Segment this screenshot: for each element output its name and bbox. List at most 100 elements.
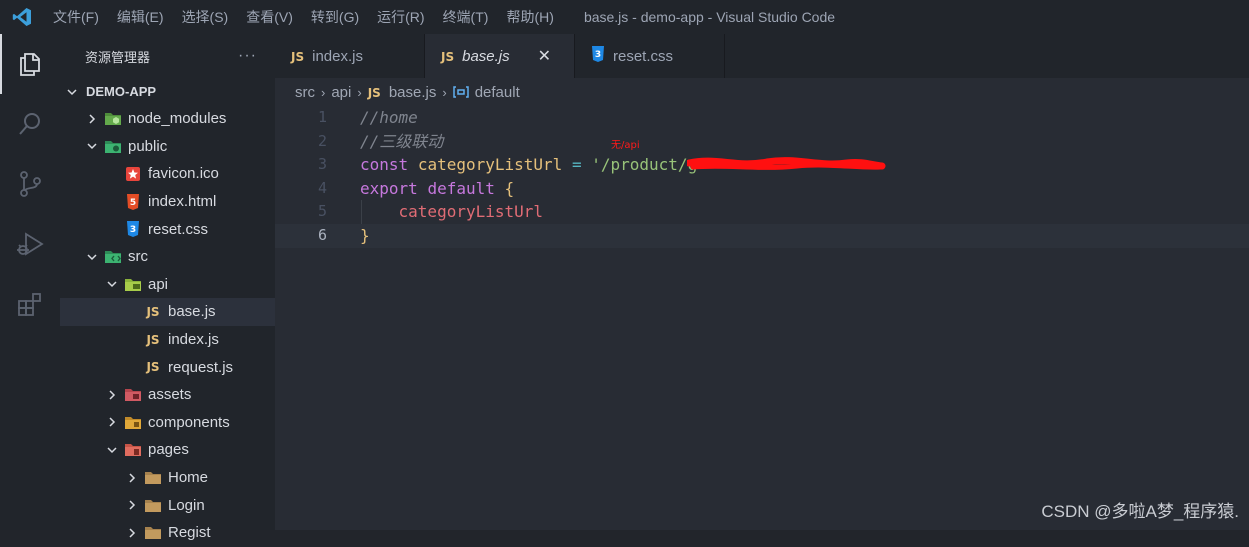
more-actions-icon[interactable]: ··· [238,47,257,65]
tree-file-request-js[interactable]: JS request.js [60,353,275,381]
chevron-right-icon [104,414,120,430]
tree-file-reset-css[interactable]: 3 reset.css [60,215,275,243]
html-icon: 5 [124,193,142,210]
chevron-down-icon [84,138,100,154]
tree-folder-src[interactable]: src [60,243,275,271]
breadcrumb: src › api › JS base.js › default [275,78,1249,106]
vscode-logo-icon [0,0,44,34]
breadcrumb-separator-icon: › [357,84,362,100]
tab-reset-css[interactable]: 3 reset.css [575,34,725,78]
breadcrumb-item[interactable]: api [331,84,351,101]
line-text: //三级联动 [360,130,443,154]
tree-folder-node-modules[interactable]: node_modules [60,105,275,133]
tree-folder-api[interactable]: api [60,271,275,299]
extensions-icon[interactable] [0,274,60,334]
line-number: 5 [317,202,327,221]
chevron-down-icon [84,249,100,265]
run-debug-icon[interactable] [0,214,60,274]
tab-index-js[interactable]: JS index.js [275,34,425,78]
search-icon[interactable] [0,94,60,154]
tree-item-label: assets [148,386,192,404]
js-icon: JS [367,85,381,100]
tree-item-label: request.js [168,358,234,376]
tree-folder-pages[interactable]: pages [60,436,275,464]
tree-item-label: components [148,413,230,431]
code-line[interactable]: 4 export default { [275,177,1249,201]
explorer-title: 资源管理器 [85,49,151,65]
folder-icon [144,470,162,486]
code-line[interactable]: 6} [275,223,1249,248]
code-variable: categoryListUrl [417,155,563,175]
workspace-root[interactable]: DEMO-APP [60,78,275,105]
tree-item-label: public [128,137,168,155]
tree-file-base-js[interactable]: JS base.js [60,298,275,326]
code-line[interactable]: 5 categoryListUrl [275,200,1249,224]
title-bar: 文件(F) 编辑(E) 选择(S) 查看(V) 转到(G) 运行(R) 终端(T) 帮助(H)… [0,0,1249,34]
explorer-sidebar: 资源管理器 ··· DEMO-APP node_modulespublic fav… [60,34,275,541]
tree-file-favicon-ico[interactable]: favicon.ico [60,160,275,188]
source-control-icon[interactable] [0,154,60,214]
menu-item[interactable]: 转到(G) [302,0,368,34]
js-icon: JS [441,49,455,64]
public-folder-icon [104,138,122,154]
code-brace: { [504,178,515,198]
menu-item[interactable]: 查看(V) [237,0,302,34]
breadcrumb-separator-icon: › [321,84,326,100]
code-brace: } [360,225,370,245]
tree-file-index-html[interactable]: 5 index.html [60,188,275,216]
svg-text:3: 3 [595,50,601,60]
menu-item[interactable]: 编辑(E) [108,0,173,34]
menu-item[interactable]: 文件(F) [44,0,108,34]
file-tree: node_modulespublic favicon.ico 5 index.html… [60,105,275,547]
tree-folder-public[interactable]: public [60,133,275,161]
code-string: '/product/g [591,155,698,175]
chevron-down-icon [104,442,120,458]
api-folder-icon [124,276,142,292]
css-icon: 3 [124,221,142,238]
indent-guide [361,200,362,224]
chevron-right-icon [124,497,140,513]
breadcrumb-item[interactable]: base.js [389,84,437,101]
code-line[interactable]: 2 //三级联动 [275,130,1249,154]
tree-item-label: Regist [168,524,211,542]
code-line[interactable]: 1 //home [275,106,1249,130]
chevron-right-icon [124,525,140,541]
menu-item[interactable]: 帮助(H) [497,0,562,34]
watermark: CSDN @多啦A梦_程序猿. [1041,502,1239,521]
components-folder-icon [124,414,142,430]
css-icon: 3 [591,46,605,66]
code-area[interactable]: 1 //home 2 //三级联动 3 const categoryListUrl = '… [275,106,1249,248]
activity-bar [0,34,60,530]
code-keyword: export [360,178,418,198]
tree-folder-home[interactable]: Home [60,464,275,492]
breadcrumb-item[interactable]: default [475,84,520,101]
code-editor[interactable]: src › api › JS base.js › default 1 //home 2 //三级联动… [275,78,1249,530]
breadcrumb-item[interactable]: src [295,84,315,101]
svg-text:3: 3 [130,225,136,235]
tab-base-js[interactable]: JS base.js ✕ [425,34,575,78]
tree-file-index-js[interactable]: JS index.js [60,326,275,354]
close-icon[interactable]: ✕ [538,46,551,66]
line-number: 4 [317,178,327,197]
src-folder-icon [104,249,122,265]
tree-folder-components[interactable]: components [60,409,275,437]
line-text: } [360,224,370,248]
menu-item[interactable]: 选择(S) [173,0,238,34]
node-folder-icon [104,111,122,127]
tree-folder-regist[interactable]: Regist [60,519,275,547]
chevron-right-icon [104,387,120,403]
explorer-icon[interactable] [0,34,60,94]
tab-label: reset.css [613,47,674,65]
tree-folder-assets[interactable]: assets [60,381,275,409]
line-number: 1 [317,108,327,126]
js-icon: JS [291,49,305,64]
menu-item[interactable]: 终端(T) [434,0,498,34]
chevron-down-icon [64,84,80,100]
menu-item[interactable]: 运行(R) [368,0,433,34]
tree-folder-login[interactable]: Login [60,491,275,519]
code-property: categoryListUrl [398,202,544,222]
